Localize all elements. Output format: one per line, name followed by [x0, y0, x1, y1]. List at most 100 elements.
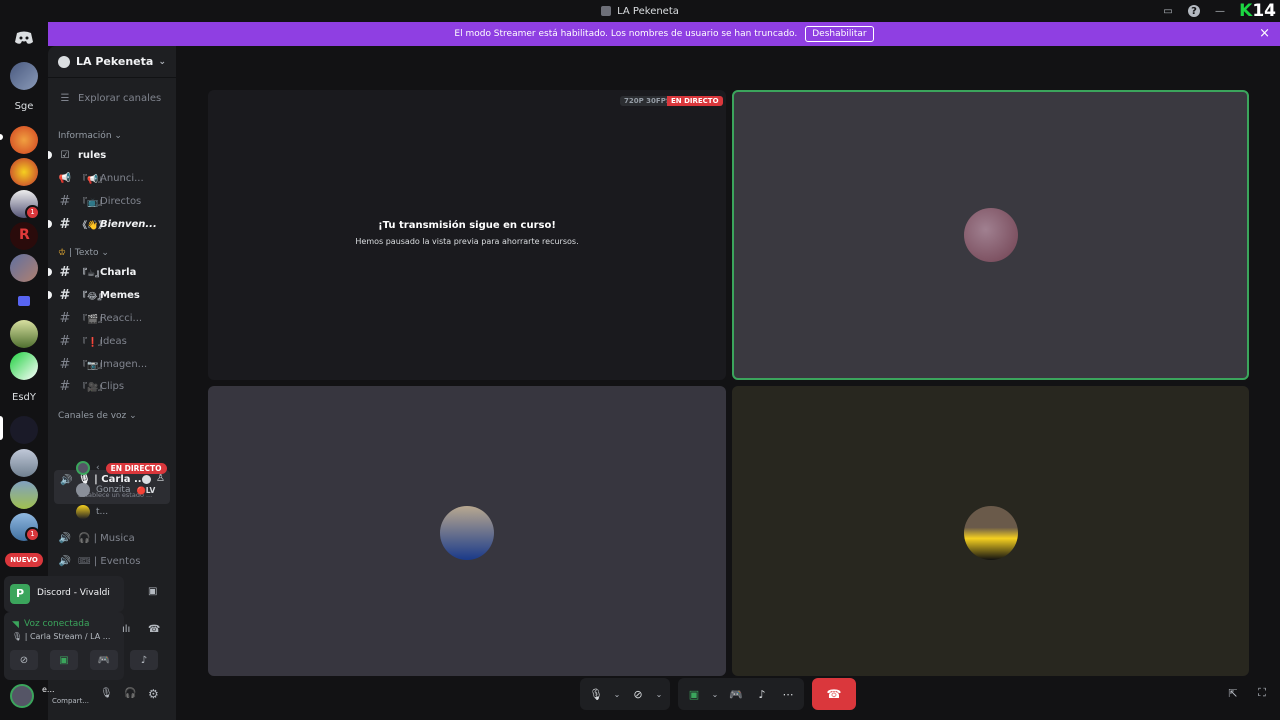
unread-dot — [48, 268, 52, 276]
server-icon-5[interactable]: R — [10, 222, 38, 250]
channel-rules[interactable]: ☑ rules — [48, 145, 176, 165]
speaker-icon: 🔊 — [58, 555, 72, 567]
camera-off-icon[interactable]: ⊘ — [628, 684, 648, 704]
popout-icon[interactable]: ⇱ — [1226, 686, 1240, 700]
window-title: LA Pekeneta — [617, 5, 679, 17]
chevron-down-icon[interactable]: ⌄ — [612, 690, 622, 699]
participant-avatar — [964, 208, 1018, 262]
hash-icon: # — [59, 264, 71, 280]
headphones-icon[interactable]: 🎧 — [124, 688, 136, 699]
channel-bienvenida[interactable]: # 《👋》 Bienven... — [48, 214, 176, 234]
voice-user-3[interactable]: t... — [76, 503, 108, 521]
server-icon-11[interactable] — [10, 481, 38, 509]
screen-icon[interactable]: ▣ — [148, 586, 157, 597]
voice-user-streamer[interactable]: ‹ EN DIRECTO — [76, 459, 167, 477]
app-icon: P — [10, 584, 30, 604]
share-screen-icon[interactable]: ▣ — [684, 684, 704, 704]
soundboard-button[interactable]: ♪ — [130, 650, 158, 670]
user-name[interactable]: e... — [42, 685, 55, 694]
server-sge[interactable]: Sge — [6, 97, 42, 117]
gear-icon[interactable]: ⚙ — [148, 687, 159, 701]
discord-home-icon[interactable] — [14, 30, 34, 44]
channel-ideas[interactable]: # 『❗』 Ideas — [48, 331, 176, 351]
disconnect-button[interactable]: ☎ — [812, 678, 856, 710]
voice-stage: 720P 30FPS EN DIRECTO ¡Tu transmisión si… — [176, 46, 1280, 720]
server-icon-10[interactable] — [10, 449, 38, 477]
stream-paused-subtitle: Hemos pausado la vista previa para ahorr… — [355, 237, 579, 246]
activity-panel: P Discord - Vivaldi ▣ — [4, 576, 157, 612]
soundboard-icon[interactable]: ♪ — [752, 684, 772, 704]
close-icon[interactable]: × — [1259, 26, 1270, 41]
activity-button[interactable]: 🎮 — [90, 650, 118, 670]
channel-emoji: 『🎬』 — [78, 315, 108, 325]
channel-imagenes[interactable]: # 『📷』 Imagen... — [48, 354, 176, 374]
banner-text: El modo Streamer está habilitado. Los no… — [454, 29, 798, 39]
new-badge[interactable]: NUEVO — [5, 553, 43, 567]
mic-icon[interactable]: 🎙 — [100, 688, 113, 699]
activity-icon[interactable]: 🎮 — [726, 684, 746, 704]
voice-connection-panel: ◥ Voz conectada 🎙 | Carla Stream / LA ..… — [4, 612, 160, 680]
server-icon-6[interactable] — [10, 254, 38, 282]
voice-channel-musica[interactable]: 🔊 🎧 | Musica — [48, 528, 176, 548]
chevron-down-icon[interactable]: ⌄ — [654, 690, 664, 699]
category-label: | Texto ⌄ — [68, 248, 109, 258]
server-badge-icon — [58, 55, 70, 68]
fullscreen-icon[interactable]: ⛶ — [1255, 686, 1269, 700]
overlay-logo-number: 14 — [1252, 1, 1276, 21]
channel-name: Imagen... — [100, 358, 148, 370]
server-icon-8[interactable] — [10, 352, 38, 380]
inbox-icon[interactable]: ▭ — [1162, 5, 1174, 17]
server-name: LA Pekeneta — [76, 55, 154, 68]
voice-user-gonzita[interactable]: Gonzita 🔴LV — [76, 481, 155, 499]
server-icon-7[interactable] — [10, 320, 38, 348]
channel-emoji: 《👋》 — [78, 221, 108, 231]
category-info[interactable]: Información ⌄ — [58, 131, 122, 141]
server-header[interactable]: LA Pekeneta ⌄ — [48, 46, 176, 78]
more-icon[interactable]: ⋯ — [778, 684, 798, 704]
channel-name: rules — [78, 149, 107, 161]
share-screen-button[interactable]: ▣ — [50, 650, 78, 670]
server-icon-9[interactable] — [10, 416, 38, 444]
video-off-button[interactable]: ⊘ — [10, 650, 38, 670]
participant-tile-speaking[interactable] — [732, 90, 1249, 380]
voice-channel-eventos[interactable]: 🔊 🎟 | Eventos — [48, 551, 176, 571]
noise-suppression-icon[interactable]: ılı — [122, 624, 130, 635]
user-avatar[interactable] — [10, 684, 34, 708]
participant-tile[interactable] — [732, 386, 1249, 676]
category-voice[interactable]: Canales de voz ⌄ — [58, 411, 137, 421]
channel-announcements[interactable]: 📢 『📢』 Anunci... — [48, 168, 176, 188]
channel-memes[interactable]: # 『😂』 Memes — [48, 285, 176, 305]
channel-emoji: 『☕』 — [78, 269, 105, 279]
server-icon-3[interactable] — [10, 158, 38, 186]
disconnect-icon[interactable]: ☎ — [148, 624, 160, 635]
disable-streamer-button[interactable]: Deshabilitar — [805, 26, 874, 42]
channel-directos[interactable]: # 『📺』 Directos — [48, 191, 176, 211]
participant-tile[interactable] — [208, 386, 726, 676]
minimize-icon[interactable]: — — [1214, 5, 1226, 17]
chevron-down-icon[interactable]: ⌄ — [710, 690, 720, 699]
server-folder-icon[interactable] — [10, 288, 38, 316]
unread-dot — [48, 220, 52, 228]
hash-icon: # — [59, 193, 71, 209]
channel-reacciones[interactable]: # 『🎬』 Reacci... — [48, 308, 176, 328]
category-texto[interactable]: ♔ | Texto ⌄ — [58, 248, 109, 258]
rules-icon: ☑ — [60, 149, 70, 161]
unread-pill — [0, 134, 3, 140]
channel-clips[interactable]: # 『🎥』 Clips — [48, 376, 176, 396]
channel-emoji: 『🎥』 — [78, 383, 108, 393]
help-icon[interactable]: ? — [1188, 5, 1200, 17]
live-badge: EN DIRECTO — [105, 462, 167, 474]
channel-charla[interactable]: # 『☕』 Charla — [48, 262, 176, 282]
browse-icon: ☰ — [60, 92, 70, 104]
server-icon-1[interactable] — [10, 62, 38, 90]
stream-tile[interactable]: 720P 30FPS EN DIRECTO ¡Tu transmisión si… — [208, 90, 726, 380]
selected-pill — [0, 416, 3, 440]
voice-connected-status[interactable]: Voz conectada — [24, 619, 89, 629]
channel-name: Charla — [100, 266, 137, 278]
microphone-icon[interactable]: 🎙 — [586, 684, 606, 704]
explore-channels[interactable]: ☰ Explorar canales — [48, 88, 176, 108]
server-icon-2[interactable] — [10, 126, 38, 154]
voice-connected-channel[interactable]: 🎙 | Carla Stream / LA ... — [12, 632, 110, 641]
server-esdy[interactable]: EsdY — [6, 388, 42, 408]
mention-badge: 1 — [25, 205, 40, 220]
